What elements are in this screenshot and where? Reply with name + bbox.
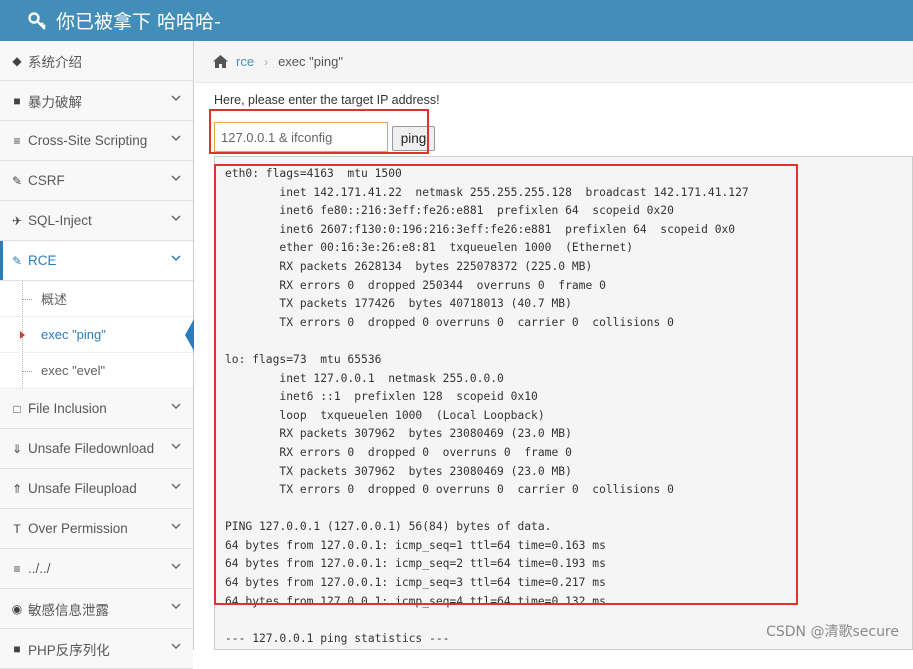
top-navbar: 你已被拿下 哈哈哈- (0, 0, 913, 41)
tree-branch (22, 371, 32, 372)
camera-icon: ◉ (11, 601, 23, 616)
plane-icon: ✈ (11, 213, 23, 228)
sidebar-item-sql-inject[interactable]: ✈ SQL-Inject (0, 201, 193, 241)
sidebar-item-info-leak[interactable]: ◉ 敏感信息泄露 (0, 589, 193, 629)
breadcrumb-link-rce[interactable]: rce (236, 54, 254, 69)
chevron-down-icon (171, 135, 181, 142)
sidebar-item-xss[interactable]: ≡ Cross-Site Scripting (0, 121, 193, 161)
tree-branch (22, 299, 32, 300)
sidebar-item-rce[interactable]: ✎ RCE (0, 241, 193, 281)
align-icon: ≡ (13, 561, 21, 576)
edit-icon: ✎ (11, 173, 23, 188)
sidebar-item-label: 系统介绍 (28, 54, 82, 70)
file-icon: □ (13, 401, 21, 416)
sidebar-item-file-inclusion[interactable]: □ File Inclusion (0, 389, 193, 429)
chevron-down-icon (171, 603, 181, 610)
sidebar-item-label: Unsafe Filedownload (28, 441, 155, 456)
sidebar: ◆ 系统介绍 ■ 暴力破解 ≡ Cross-Site Scripting ✎ C… (0, 41, 194, 669)
chevron-right-icon: › (264, 54, 269, 69)
sidebar-item-label: Unsafe Fileupload (28, 481, 137, 496)
sidebar-item-dir-traversal[interactable]: ≡ ../../ (0, 549, 193, 589)
download-icon: ⇓ (11, 441, 23, 456)
chevron-down-icon (171, 443, 181, 450)
sidebar-item-csrf[interactable]: ✎ CSRF (0, 161, 193, 201)
php-icon: ■ (13, 641, 21, 656)
highlight-box-input (209, 109, 429, 154)
sidebar-item-label: CSRF (28, 173, 65, 188)
pencil-icon: ✎ (11, 253, 23, 268)
app-title[interactable]: 你已被拿下 哈哈哈- (56, 7, 221, 34)
breadcrumb: rce › exec "ping" (195, 41, 913, 83)
active-indicator (185, 319, 194, 351)
chevron-down-icon (171, 563, 181, 570)
sidebar-item-label: Cross-Site Scripting (28, 133, 148, 148)
chevron-down-icon (171, 215, 181, 222)
sidebar-item-label: Over Permission (28, 521, 128, 536)
sidebar-item-label: ../../ (28, 561, 51, 576)
sidebar-subitem-overview[interactable]: 概述 (0, 281, 193, 317)
chevron-down-icon (171, 175, 181, 182)
sidebar-item-unsafe-fileupload[interactable]: ⇑ Unsafe Fileupload (0, 469, 193, 509)
sidebar-item-label: PHP反序列化 (28, 642, 110, 658)
sidebar-subitem-exec-evel[interactable]: exec "evel" (0, 353, 193, 389)
chevron-down-icon (171, 255, 181, 262)
sidebar-item-label: SQL-Inject (28, 213, 92, 228)
chevron-down-icon (171, 95, 181, 102)
watermark: CSDN @清歌secure (766, 624, 899, 640)
sidebar-item-over-permission[interactable]: T Over Permission (0, 509, 193, 549)
caret-right-icon (20, 331, 25, 339)
chevron-down-icon (171, 483, 181, 490)
list-icon: ≡ (13, 133, 21, 148)
tag-icon: ◆ (12, 53, 22, 68)
highlight-box-output (214, 164, 798, 605)
sidebar-item-intro[interactable]: ◆ 系统介绍 (0, 41, 193, 81)
sidebar-item-unsafe-filedownload[interactable]: ⇓ Unsafe Filedownload (0, 429, 193, 469)
sidebar-item-label: 敏感信息泄露 (28, 602, 109, 618)
sidebar-item-php-unserialize[interactable]: ■ PHP反序列化 (0, 629, 193, 669)
lock-icon: ■ (13, 93, 21, 108)
upload-icon: ⇑ (11, 481, 23, 496)
ip-prompt-label: Here, please enter the target IP address… (214, 93, 440, 107)
breadcrumb-current: exec "ping" (278, 54, 343, 69)
sidebar-item-label: RCE (28, 253, 57, 268)
sidebar-subitem-label: exec "evel" (41, 363, 106, 378)
chevron-down-icon (171, 523, 181, 530)
sidebar-item-label: File Inclusion (28, 401, 107, 416)
home-icon[interactable] (212, 54, 229, 69)
text-icon: T (13, 521, 21, 536)
sidebar-item-brute-force[interactable]: ■ 暴力破解 (0, 81, 193, 121)
sidebar-item-label: 暴力破解 (28, 94, 82, 110)
sidebar-subitem-exec-ping[interactable]: exec "ping" (0, 317, 194, 353)
sidebar-subitem-label: 概述 (41, 292, 68, 307)
sidebar-subitem-label: exec "ping" (41, 327, 106, 342)
key-icon (28, 11, 46, 30)
chevron-down-icon (171, 403, 181, 410)
